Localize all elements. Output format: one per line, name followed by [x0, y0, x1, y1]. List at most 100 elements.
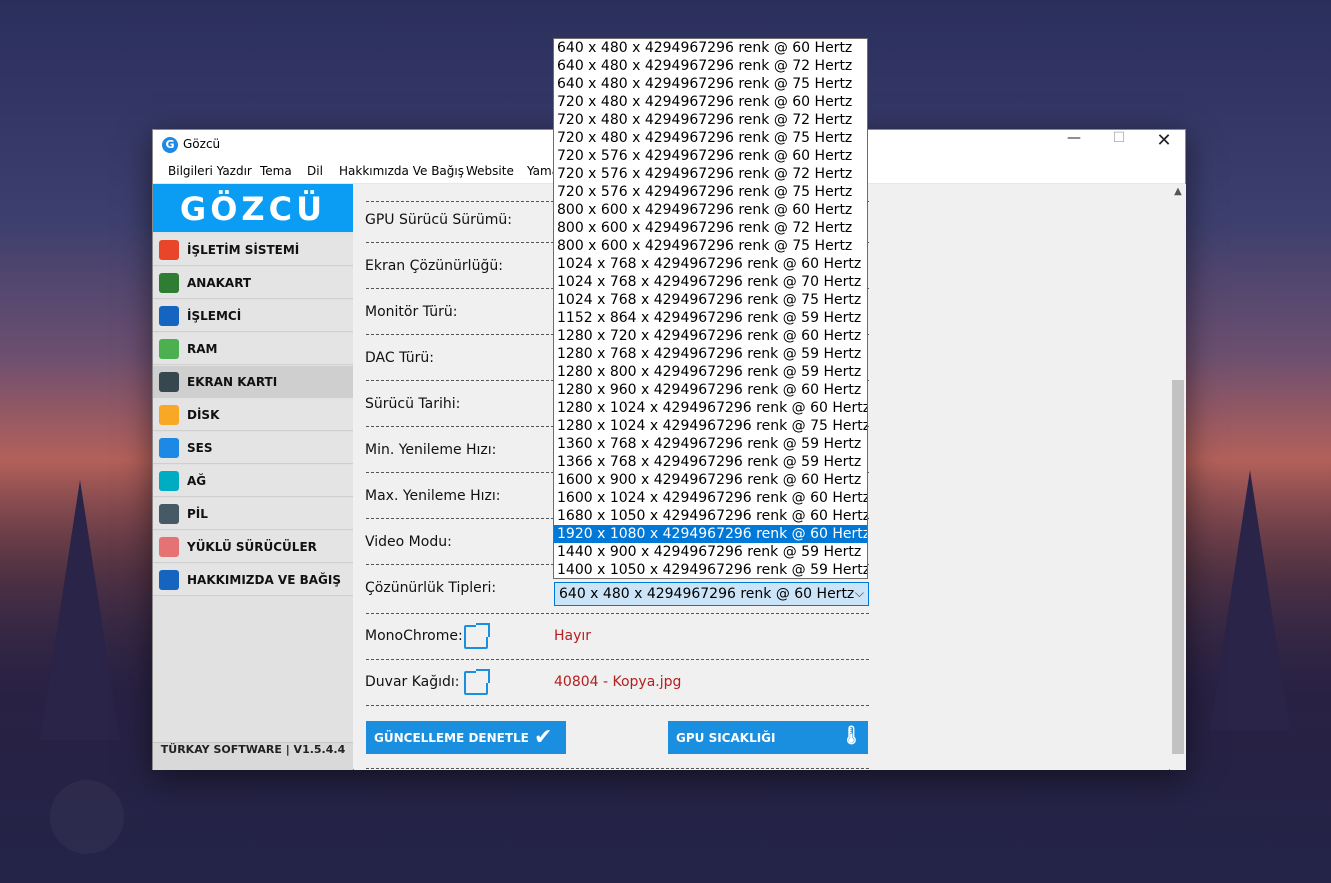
field-label: Max. Yenileme Hızı: [365, 488, 501, 504]
sidebar-item[interactable]: İŞLETİM SİSTEMİ [153, 234, 353, 266]
dropdown-option[interactable]: 1600 x 1024 x 4294967296 renk @ 60 Hertz [554, 489, 867, 507]
field-label: Monitör Türü: [365, 304, 458, 320]
dropdown-option[interactable]: 1680 x 1050 x 4294967296 renk @ 60 Hertz [554, 507, 867, 525]
sidebar-item[interactable]: İŞLEMCİ [153, 300, 353, 332]
chevron-down-icon[interactable]: ⌵ [855, 586, 864, 601]
dropdown-option[interactable]: 800 x 600 x 4294967296 renk @ 72 Hertz [554, 219, 867, 237]
sidebar-item-icon [159, 339, 179, 359]
sidebar-item-label: HAKKIMIZDA VE BAĞIŞ [187, 573, 341, 587]
app-icon: G [162, 137, 178, 153]
combo-selected-value: 640 x 480 x 4294967296 renk @ 60 Hertz [559, 586, 855, 602]
menu-print-info[interactable]: Bilgileri Yazdır [168, 164, 252, 178]
monochrome-value: Hayır [554, 628, 592, 644]
field-label: GPU Sürücü Sürümü: [365, 212, 513, 228]
dropdown-option[interactable]: 1366 x 768 x 4294967296 renk @ 59 Hertz [554, 453, 867, 471]
sidebar-item[interactable]: AĞ [153, 465, 353, 497]
sidebar-item[interactable]: HAKKIMIZDA VE BAĞIŞ [153, 564, 353, 596]
sidebar-item-icon [159, 372, 179, 392]
dropdown-option[interactable]: 720 x 576 x 4294967296 renk @ 72 Hertz [554, 165, 867, 183]
sidebar-item-label: DİSK [187, 408, 220, 422]
dropdown-option[interactable]: 720 x 480 x 4294967296 renk @ 60 Hertz [554, 93, 867, 111]
dropdown-option[interactable]: 1920 x 1080 x 4294967296 renk @ 60 Hertz [554, 525, 867, 543]
dropdown-option[interactable]: 720 x 480 x 4294967296 renk @ 75 Hertz [554, 129, 867, 147]
wallpaper-tree [40, 480, 120, 740]
dropdown-option[interactable]: 800 x 600 x 4294967296 renk @ 60 Hertz [554, 201, 867, 219]
sidebar-item-label: İŞLEMCİ [187, 309, 242, 323]
menu-language[interactable]: Dil [307, 164, 323, 178]
dropdown-option[interactable]: 640 x 480 x 4294967296 renk @ 72 Hertz [554, 57, 867, 75]
dropdown-option[interactable]: 720 x 576 x 4294967296 renk @ 75 Hertz [554, 183, 867, 201]
sidebar-item-icon [159, 504, 179, 524]
gpu-temperature-button[interactable]: GPU SICAKLIĞI 🌡 [668, 721, 868, 754]
sidebar-item-label: RAM [187, 342, 218, 356]
close-button[interactable]: ✕ [1141, 130, 1187, 160]
sidebar-item[interactable]: DİSK [153, 399, 353, 431]
sidebar-item-label: ANAKART [187, 276, 252, 290]
sidebar-item-label: İŞLETİM SİSTEMİ [187, 243, 300, 257]
field-label: Çözünürlük Tipleri: [365, 580, 497, 596]
maximize-button[interactable]: ☐ [1096, 130, 1142, 160]
scroll-up-arrow-icon[interactable]: ▲ [1170, 184, 1186, 200]
dropdown-option[interactable]: 640 x 480 x 4294967296 renk @ 75 Hertz [554, 75, 867, 93]
minimize-button[interactable]: — [1051, 130, 1097, 160]
dropdown-option[interactable]: 1024 x 768 x 4294967296 renk @ 60 Hertz [554, 255, 867, 273]
wallpaper-label: Duvar Kağıdı: [365, 674, 460, 690]
dropdown-option[interactable]: 640 x 480 x 4294967296 renk @ 60 Hertz [554, 39, 867, 57]
sidebar-item-icon [159, 240, 179, 260]
field-label: Sürücü Tarihi: [365, 396, 461, 412]
menu-website[interactable]: Website [466, 164, 514, 178]
sidebar-item-icon [159, 405, 179, 425]
dropdown-option[interactable]: 1280 x 1024 x 4294967296 renk @ 60 Hertz [554, 399, 867, 417]
sidebar-item[interactable]: PİL [153, 498, 353, 530]
scrollbar-thumb[interactable] [1172, 380, 1184, 754]
sidebar-item-label: EKRAN KARTI [187, 375, 278, 389]
sidebar-item-label: YÜKLÜ SÜRÜCÜLER [187, 540, 317, 554]
dropdown-option[interactable]: 1280 x 800 x 4294967296 renk @ 59 Hertz [554, 363, 867, 381]
wallpaper-value: 40804 - Kopya.jpg [554, 674, 682, 690]
field-label: Ekran Çözünürlüğü: [365, 258, 503, 274]
dropdown-option[interactable]: 1360 x 768 x 4294967296 renk @ 59 Hertz [554, 435, 867, 453]
dropdown-option[interactable]: 1280 x 720 x 4294967296 renk @ 60 Hertz [554, 327, 867, 345]
dropdown-option[interactable]: 1280 x 960 x 4294967296 renk @ 60 Hertz [554, 381, 867, 399]
sidebar-item[interactable]: RAM [153, 333, 353, 365]
dropdown-option[interactable]: 1600 x 900 x 4294967296 renk @ 60 Hertz [554, 471, 867, 489]
dropdown-option[interactable]: 1024 x 768 x 4294967296 renk @ 70 Hertz [554, 273, 867, 291]
sidebar-item[interactable]: SES [153, 432, 353, 464]
menu-theme[interactable]: Tema [260, 164, 292, 178]
sidebar-item[interactable]: EKRAN KARTI [153, 366, 353, 398]
field-label: Min. Yenileme Hızı: [365, 442, 497, 458]
desktop-decoration [50, 780, 124, 854]
dropdown-option[interactable]: 1440 x 900 x 4294967296 renk @ 59 Hertz [554, 543, 867, 561]
sidebar-item-icon [159, 306, 179, 326]
dropdown-option[interactable]: 720 x 480 x 4294967296 renk @ 72 Hertz [554, 111, 867, 129]
sidebar-item[interactable]: YÜKLÜ SÜRÜCÜLER [153, 531, 353, 563]
field-label: Video Modu: [365, 534, 452, 550]
wallpaper-tree [1210, 470, 1290, 730]
resolution-type-combobox[interactable]: 640 x 480 x 4294967296 renk @ 60 Hertz ⌵ [554, 582, 869, 606]
resolution-dropdown-list[interactable]: 640 x 480 x 4294967296 renk @ 60 Hertz 64… [553, 38, 868, 579]
sidebar-item-icon [159, 273, 179, 293]
check-update-button[interactable]: GÜNCELLEME DENETLE ✔ [366, 721, 566, 754]
dropdown-option[interactable]: 800 x 600 x 4294967296 renk @ 75 Hertz [554, 237, 867, 255]
sidebar-item-icon [159, 570, 179, 590]
sidebar-item-label: SES [187, 441, 213, 455]
vertical-scrollbar[interactable]: ▲ [1170, 184, 1186, 770]
version-footer: TÜRKAY SOFTWARE | V1.5.4.4 [153, 742, 353, 770]
monochrome-label: MonoChrome: [365, 628, 463, 644]
dropdown-option[interactable]: 1024 x 768 x 4294967296 renk @ 75 Hertz [554, 291, 867, 309]
divider [366, 768, 869, 769]
dropdown-option[interactable]: 720 x 576 x 4294967296 renk @ 60 Hertz [554, 147, 867, 165]
external-link-icon[interactable] [464, 623, 490, 649]
menu-about-donate[interactable]: Hakkımızda Ve Bağış [339, 164, 464, 178]
app-logo: GÖZCÜ [153, 184, 353, 232]
sidebar-item[interactable]: ANAKART [153, 267, 353, 299]
check-update-label: GÜNCELLEME DENETLE [374, 731, 529, 745]
dropdown-option[interactable]: 1280 x 768 x 4294967296 renk @ 59 Hertz [554, 345, 867, 363]
external-link-icon[interactable] [464, 669, 490, 695]
field-label: DAC Türü: [365, 350, 434, 366]
sidebar-item-icon [159, 537, 179, 557]
dropdown-option[interactable]: 1280 x 1024 x 4294967296 renk @ 75 Hertz [554, 417, 867, 435]
window-title: Gözcü [183, 137, 221, 151]
dropdown-option[interactable]: 1152 x 864 x 4294967296 renk @ 59 Hertz [554, 309, 867, 327]
dropdown-option[interactable]: 1400 x 1050 x 4294967296 renk @ 59 Hertz [554, 561, 867, 578]
